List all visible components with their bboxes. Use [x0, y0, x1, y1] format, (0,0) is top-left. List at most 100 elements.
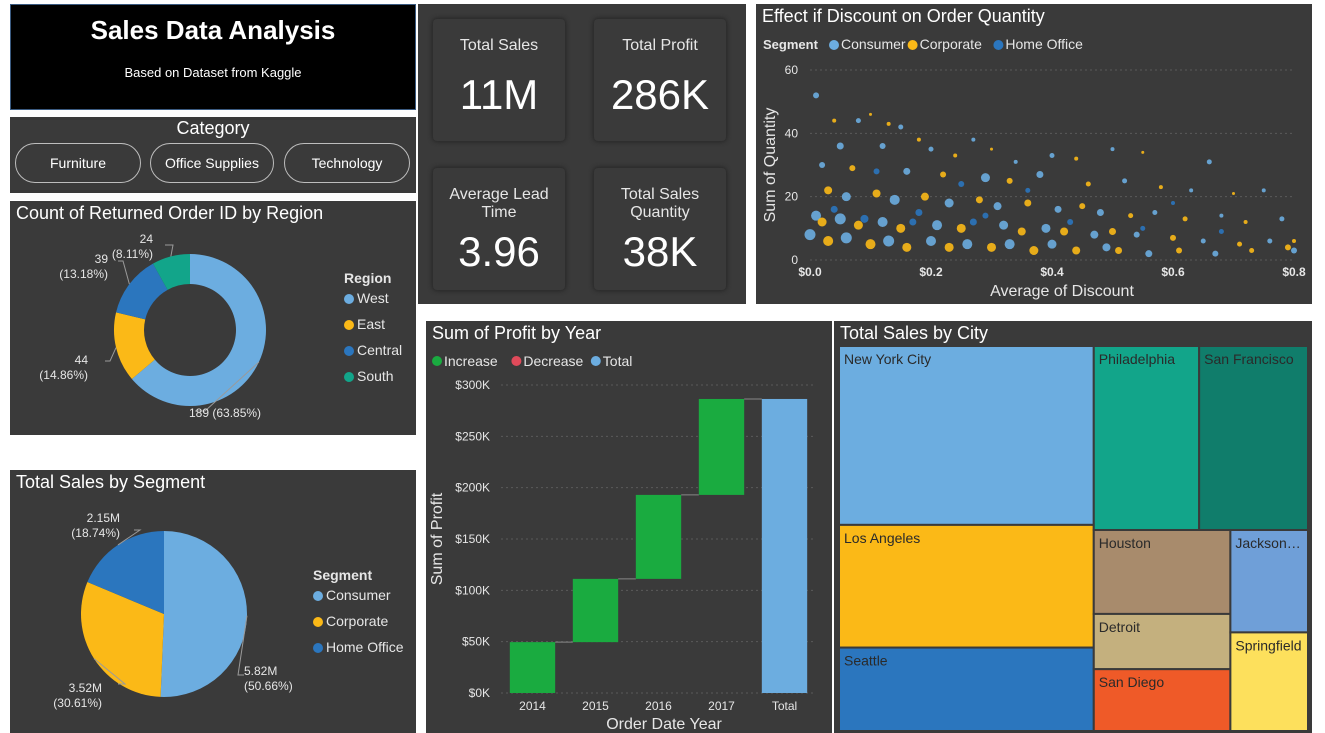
data-label-corporate: 3.52M [69, 681, 102, 695]
kpi-value-total-profit: 286K [610, 71, 710, 118]
slicer-option-furniture[interactable]: Furniture [15, 143, 141, 183]
slice-consumer [160, 531, 248, 697]
legend-item-corporate: Corporate [920, 36, 982, 52]
kpi-label-total-sales: Total Sales [459, 37, 539, 54]
data-point-consumer [926, 236, 936, 246]
y-axis-label: Sum of Profit [429, 492, 446, 585]
profit-by-year-card: Sum of Profit by Year Increase Decrease To… [426, 321, 832, 733]
data-point-corporate [1085, 181, 1091, 187]
slicer-option-office-supplies[interactable]: Office Supplies [150, 143, 274, 183]
y-tick-label: $50K [462, 635, 490, 649]
data-point-corporate [990, 147, 993, 151]
data-point-corporate [849, 165, 856, 172]
treemap-label-springfield: Springfield [1235, 637, 1301, 653]
kpi-value-total-sales: 11M [459, 71, 539, 118]
data-point-corporate [1017, 227, 1026, 236]
data-point-corporate [1237, 241, 1243, 247]
data-point-home-office [982, 212, 989, 219]
data-point-corporate [865, 239, 876, 250]
y-tick-label: $200K [455, 481, 490, 495]
data-label-consumer: (50.66%) [244, 679, 293, 693]
data-point-consumer [1047, 239, 1057, 249]
data-point-consumer [1096, 209, 1104, 216]
legend-item-consumer: Consumer [326, 587, 391, 603]
data-point-consumer [1291, 247, 1297, 254]
legend-marker-consumer [313, 591, 323, 601]
legend-item-total: Total [603, 353, 633, 369]
data-point-consumer [1219, 213, 1224, 218]
kpi-label-avg-lead-time-line2: Time [481, 204, 517, 221]
data-label-south: 24 [140, 232, 154, 246]
data-point-corporate [824, 186, 833, 195]
data-point-consumer [1279, 216, 1285, 222]
data-point-consumer [841, 192, 851, 202]
data-point-consumer [840, 232, 852, 244]
data-point-corporate [1176, 247, 1183, 254]
data-point-consumer [819, 162, 826, 168]
x-tick-label: $0.2 [919, 265, 943, 279]
data-point-corporate [1284, 244, 1291, 251]
kpi-card-total-sales: Total Sales 11M [433, 19, 565, 141]
y-tick-label: $300K [455, 378, 490, 392]
data-point-consumer [1212, 250, 1219, 257]
data-point-consumer [813, 92, 820, 99]
data-point-corporate [1006, 177, 1013, 184]
data-label-south: (8.11%) [112, 247, 153, 261]
data-point-consumer [836, 142, 844, 150]
data-point-consumer [1261, 188, 1266, 193]
data-point-corporate [920, 192, 929, 201]
data-point-corporate [956, 223, 966, 233]
slicer-option-technology[interactable]: Technology [284, 143, 410, 183]
legend-marker-home-office [993, 40, 1004, 50]
data-point-corporate [987, 242, 996, 252]
data-point-corporate [869, 112, 872, 116]
legend-item-decrease: Decrease [523, 353, 583, 369]
data-point-consumer [879, 143, 886, 149]
legend-item-consumer: Consumer [841, 36, 906, 52]
sales-by-city-chart: New York City Los Angeles Seattle Philadelp… [838, 345, 1310, 733]
data-point-corporate [1029, 246, 1039, 255]
data-point-corporate [823, 236, 834, 246]
data-point-consumer [1036, 171, 1044, 178]
data-point-consumer [1054, 205, 1062, 213]
data-point-corporate [1074, 156, 1079, 161]
data-point-corporate [1182, 216, 1188, 222]
legend-marker-home-office [313, 643, 323, 653]
data-label-consumer: 5.82M [244, 664, 277, 678]
y-tick-label: $100K [455, 583, 490, 597]
data-point-corporate [1060, 227, 1069, 236]
legend-marker-south [344, 372, 354, 382]
data-label-central: (13.18%) [59, 267, 108, 281]
kpi-card-total-profit: Total Profit 286K [594, 19, 726, 141]
legend-item-corporate: Corporate [326, 613, 388, 629]
x-axis-label: Average of Discount [990, 283, 1134, 300]
kpi-card-avg-lead-time: Average Lead Time 3.96 [433, 168, 565, 290]
treemap-label-houston: Houston [1099, 535, 1151, 551]
bar-2016 [635, 494, 682, 579]
x-tick-label: 2016 [645, 699, 672, 713]
data-label-east: (14.86%) [39, 368, 88, 382]
data-point-consumer [1102, 243, 1111, 252]
data-point-corporate [1141, 150, 1145, 154]
data-label-home-office: (18.74%) [71, 526, 120, 540]
y-tick-label: $0K [469, 686, 490, 700]
legend-title: Segment [313, 567, 372, 583]
data-point-home-office [830, 205, 838, 213]
treemap-label-seattle: Seattle [844, 653, 888, 669]
data-point-consumer [1013, 159, 1018, 164]
data-point-corporate [872, 189, 881, 198]
data-point-home-office [873, 168, 880, 175]
kpi-label-total-quantity-line1: Total Sales [620, 186, 700, 203]
x-tick-label: 2015 [582, 699, 609, 713]
data-point-home-office [909, 218, 917, 226]
data-point-consumer [903, 167, 911, 175]
data-point-home-office [958, 181, 965, 187]
data-label-corporate: (30.61%) [53, 696, 102, 710]
legend-marker-total [590, 356, 601, 366]
legend-item-home-office: Home Office [326, 639, 404, 655]
profit-by-year-chart: Increase Decrease Total $0K $50K $100K $150K $2… [429, 353, 816, 733]
data-label-home-office: 2.15M [87, 511, 120, 525]
data-point-home-office [1067, 219, 1074, 225]
data-point-consumer [1090, 230, 1099, 239]
data-label-central: 39 [95, 252, 109, 266]
